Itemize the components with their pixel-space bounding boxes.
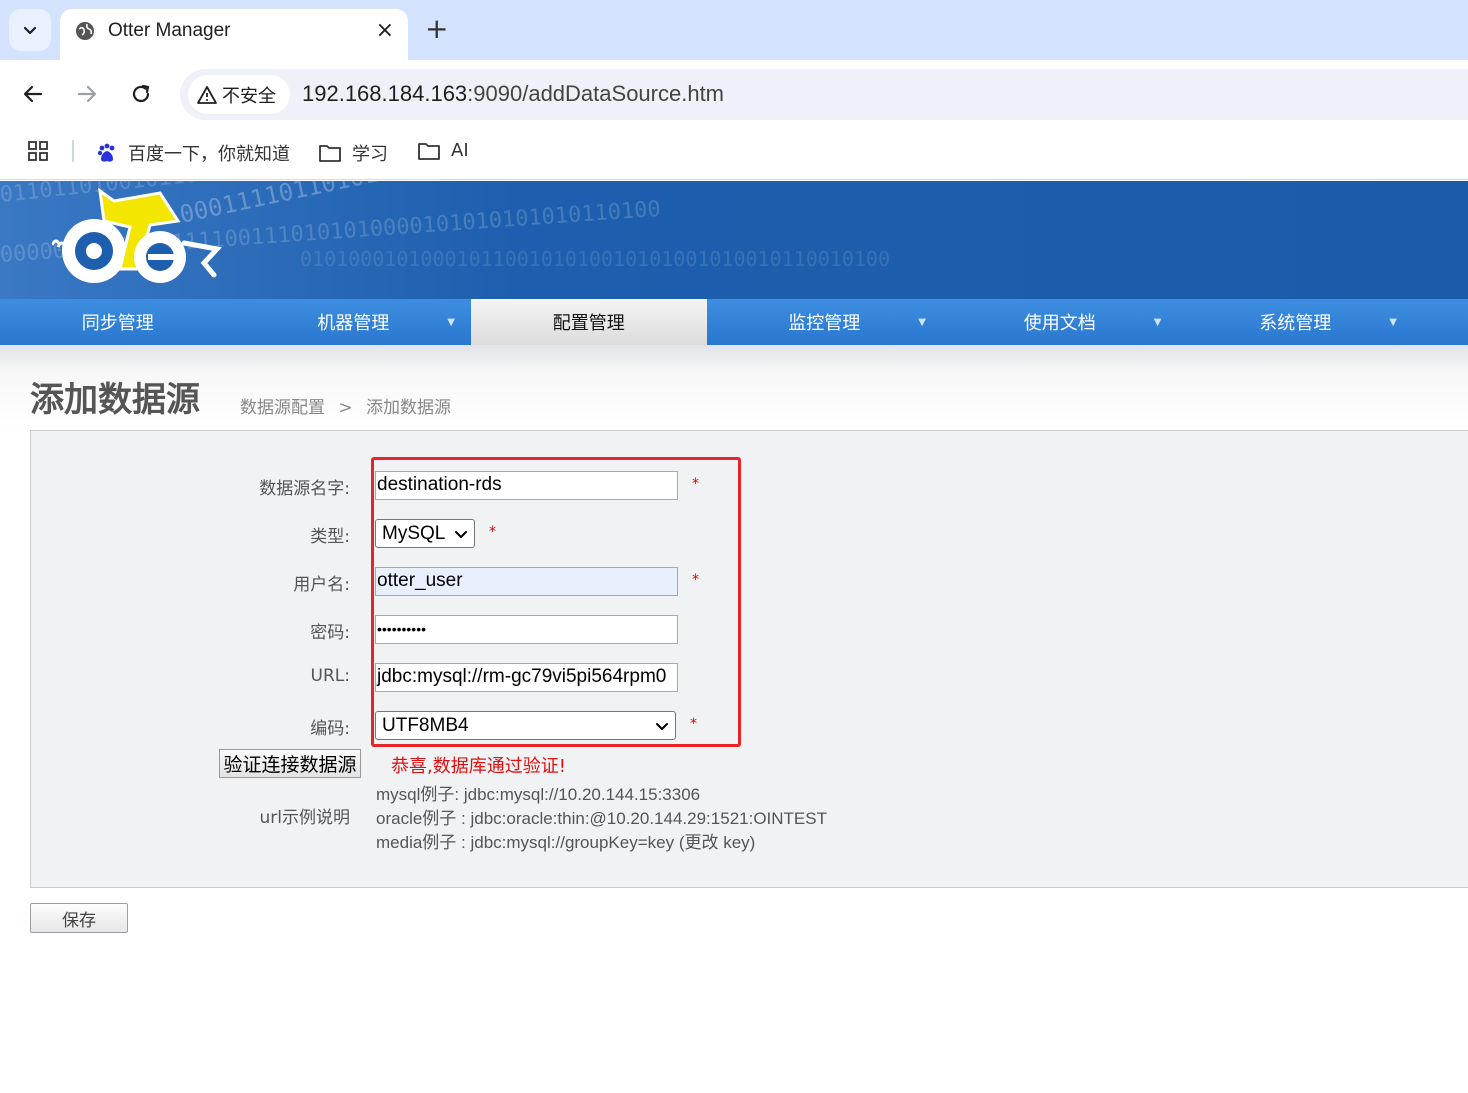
new-tab-button[interactable]: + bbox=[425, 14, 448, 44]
url-text[interactable]: 192.168.184.163:9090/addDataSource.htm bbox=[302, 81, 724, 107]
save-button[interactable]: 保存 bbox=[30, 903, 128, 933]
menu-docs[interactable]: 使用文档 ▼ bbox=[942, 299, 1178, 345]
name-label: 数据源名字: bbox=[259, 479, 350, 499]
reload-icon bbox=[132, 84, 150, 103]
user-label: 用户名: bbox=[293, 575, 350, 595]
back-button[interactable] bbox=[16, 77, 50, 111]
security-label: 不安全 bbox=[222, 85, 276, 107]
caret-down-icon: ▼ bbox=[1153, 317, 1162, 328]
menu-label: 使用文档 bbox=[1023, 313, 1096, 334]
chevron-down-icon bbox=[23, 26, 37, 35]
menu-label: 系统管理 bbox=[1259, 313, 1332, 334]
caret-down-icon: ▼ bbox=[1389, 317, 1397, 328]
bookmark-label: 百度一下，你就知道 bbox=[128, 144, 290, 165]
menu-label: 机器管理 bbox=[317, 313, 390, 334]
otter-logo bbox=[52, 187, 222, 283]
caret-down-icon: ▼ bbox=[447, 317, 455, 328]
menu-config[interactable]: 配置管理 bbox=[471, 299, 707, 345]
verify-connection-button[interactable]: 验证连接数据源 bbox=[219, 749, 361, 778]
apps-grid-icon bbox=[28, 141, 48, 161]
menu-machine[interactable]: 机器管理 ▼ bbox=[236, 299, 472, 345]
folder-icon bbox=[418, 142, 440, 160]
baidu-icon bbox=[97, 143, 115, 162]
example-mysql: mysql例子: jdbc:mysql://10.20.144.15:3306 bbox=[376, 785, 701, 804]
bookmark-baidu[interactable]: 百度一下，你就知道 bbox=[96, 140, 290, 166]
url-path: :9090/addDataSource.htm bbox=[467, 81, 725, 106]
address-bar[interactable]: 不安全 192.168.184.163:9090/addDataSource.h… bbox=[180, 69, 1468, 120]
tab-close-icon[interactable]: × bbox=[376, 18, 394, 43]
caret-down-icon: ▼ bbox=[918, 317, 926, 328]
warning-icon bbox=[197, 85, 217, 104]
menu-sync[interactable]: 同步管理 bbox=[0, 299, 236, 345]
header-banner: 0110110100101101101011000011101011110001… bbox=[0, 181, 1468, 299]
bookmarks-divider bbox=[72, 140, 74, 162]
forward-button[interactable] bbox=[70, 77, 104, 111]
menu-label: 监控管理 bbox=[788, 313, 861, 334]
main-menu: 同步管理 机器管理 ▼ 配置管理 监控管理 ▼ 使用文档 ▼ 系统管理 ▼ bbox=[0, 299, 1468, 345]
bookmark-folder-ai[interactable]: AI bbox=[417, 140, 469, 161]
bookmark-folder-study[interactable]: 学习 bbox=[318, 140, 388, 166]
reload-button[interactable] bbox=[124, 77, 158, 111]
decor-binary: 0101000101000101100101010010101001010010… bbox=[300, 247, 891, 271]
tab-title: Otter Manager bbox=[108, 20, 231, 41]
browser-toolbar: 不安全 192.168.184.163:9090/addDataSource.h… bbox=[0, 60, 1468, 128]
breadcrumb: 数据源配置 > 添加数据源 bbox=[240, 393, 451, 418]
menu-label: 同步管理 bbox=[81, 313, 154, 334]
example-media: media例子 : jdbc:mysql://groupKey=key (更改 … bbox=[376, 833, 756, 852]
breadcrumb-parent[interactable]: 数据源配置 bbox=[240, 398, 325, 418]
apps-button[interactable] bbox=[27, 140, 49, 162]
menu-label: 配置管理 bbox=[552, 313, 625, 334]
browser-tabstrip: Otter Manager × + bbox=[0, 0, 1468, 60]
encoding-label: 编码: bbox=[310, 719, 350, 739]
example-oracle: oracle例子 : jdbc:oracle:thin:@10.20.144.2… bbox=[376, 809, 827, 828]
breadcrumb-current: 添加数据源 bbox=[366, 398, 452, 418]
url-host: 192.168.184.163 bbox=[302, 81, 468, 106]
breadcrumb-separator: > bbox=[338, 398, 353, 418]
arrow-right-icon bbox=[77, 85, 97, 103]
folder-icon bbox=[319, 145, 341, 162]
browser-tab-active[interactable]: Otter Manager × bbox=[60, 9, 408, 60]
bookmark-label: 学习 bbox=[352, 144, 388, 165]
page-title: 添加数据源 bbox=[30, 380, 200, 420]
highlight-annotation-box bbox=[371, 457, 741, 747]
security-indicator[interactable]: 不安全 bbox=[188, 75, 290, 114]
subheader-gradient bbox=[0, 345, 1468, 431]
globe-icon bbox=[76, 22, 94, 40]
menu-monitor[interactable]: 监控管理 ▼ bbox=[707, 299, 943, 345]
url-help-label: url示例说明 bbox=[259, 808, 351, 828]
menu-system[interactable]: 系统管理 ▼ bbox=[1178, 299, 1414, 345]
bookmark-label: AI bbox=[451, 140, 469, 161]
tab-search-button[interactable] bbox=[9, 9, 51, 51]
url-label: URL: bbox=[310, 666, 350, 686]
password-label: 密码: bbox=[310, 623, 350, 643]
arrow-left-icon bbox=[23, 85, 43, 103]
verify-success-message: 恭喜,数据库通过验证! bbox=[391, 756, 566, 777]
bookmarks-bar: 百度一下，你就知道 学习 AI bbox=[0, 128, 1468, 180]
type-label: 类型: bbox=[310, 527, 350, 547]
